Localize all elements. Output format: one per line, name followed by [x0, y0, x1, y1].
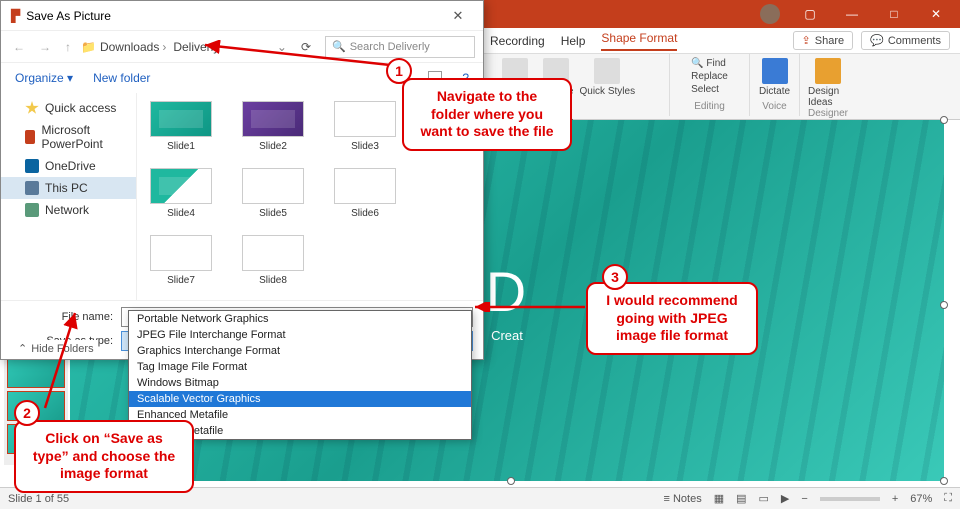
file-item[interactable]: Slide5 — [241, 168, 305, 219]
file-item[interactable]: Slide1 — [149, 101, 213, 152]
design-ideas-label: Design Ideas — [808, 86, 848, 108]
file-label: Slide3 — [351, 141, 379, 152]
dialog-sidebar: Quick access Microsoft PowerPoint OneDrive… — [1, 93, 137, 300]
group-voice-label: Voice — [762, 101, 786, 112]
file-label: Slide8 — [259, 275, 287, 286]
file-item[interactable]: Slide8 — [241, 235, 305, 286]
od-icon — [25, 159, 39, 173]
net-icon — [25, 203, 39, 217]
sidebar-item-this-pc[interactable]: This PC — [1, 177, 136, 199]
folder-icon: 📁 — [81, 40, 96, 54]
design-ideas-icon[interactable] — [815, 58, 841, 84]
sidebar-item-network[interactable]: Network — [1, 199, 136, 221]
new-folder-button[interactable]: New folder — [93, 71, 150, 85]
dialog-close-icon[interactable]: ✕ — [443, 8, 473, 24]
format-option[interactable]: Graphics Interchange Format — [129, 343, 471, 359]
format-option[interactable]: Scalable Vector Graphics — [129, 391, 471, 407]
format-option[interactable]: Windows Bitmap — [129, 375, 471, 391]
view-normal-icon[interactable]: ▦ — [714, 492, 724, 505]
slide-title-text: D — [486, 259, 528, 324]
annotation-number-2: 2 — [14, 400, 40, 426]
breadcrumb-item-downloads[interactable]: Downloads — [100, 40, 169, 54]
sidebar-item-microsoft-powerpoint[interactable]: Microsoft PowerPoint — [1, 119, 136, 155]
window-restore-icon[interactable]: ▢ — [790, 2, 830, 26]
annotation-number-3: 3 — [602, 264, 628, 290]
tab-recording[interactable]: Recording — [490, 34, 545, 48]
window-close-icon[interactable]: ✕ — [916, 2, 956, 26]
format-option[interactable]: Portable Network Graphics — [129, 311, 471, 327]
zoom-in-icon[interactable]: + — [892, 493, 898, 505]
dictate-icon[interactable] — [762, 58, 788, 84]
sidebar-item-label: Quick access — [45, 101, 116, 115]
annotation-1: Navigate to the folder where you want to… — [402, 78, 572, 151]
group-editing-label: Editing — [694, 101, 725, 112]
file-thumbnail — [242, 168, 304, 204]
file-label: Slide7 — [167, 275, 195, 286]
file-thumbnail — [150, 101, 212, 137]
select-button[interactable]: Select — [691, 84, 728, 95]
file-thumbnail — [334, 168, 396, 204]
file-label: Slide1 — [167, 141, 195, 152]
notes-button[interactable]: ≡ Notes — [663, 493, 701, 505]
user-avatar[interactable] — [760, 4, 780, 24]
organize-button[interactable]: Organize ▾ — [15, 71, 73, 85]
quick-styles-icon[interactable] — [594, 58, 620, 84]
slide-subtitle-text: Creat — [486, 328, 528, 343]
sidebar-item-quick-access[interactable]: Quick access — [1, 97, 136, 119]
sidebar-item-label: OneDrive — [45, 159, 96, 173]
file-thumbnail — [150, 235, 212, 271]
file-label: Slide6 — [351, 208, 379, 219]
zoom-level[interactable]: 67% — [910, 493, 932, 505]
sidebar-item-label: Microsoft PowerPoint — [41, 123, 126, 151]
file-label: Slide4 — [167, 208, 195, 219]
format-option[interactable]: Tag Image File Format — [129, 359, 471, 375]
view-slideshow-icon[interactable]: ▶ — [781, 492, 789, 505]
file-thumbnail — [242, 235, 304, 271]
star-icon — [25, 101, 39, 115]
dictate-label: Dictate — [759, 86, 790, 97]
file-item[interactable]: Slide7 — [149, 235, 213, 286]
sidebar-item-label: Network — [45, 203, 89, 217]
pc-icon — [25, 181, 39, 195]
quickstyles-label: Quick Styles — [580, 86, 636, 97]
sidebar-item-label: This PC — [45, 181, 88, 195]
file-thumbnail — [242, 101, 304, 137]
view-reading-icon[interactable]: ▭ — [759, 492, 769, 505]
zoom-slider[interactable] — [820, 497, 880, 501]
zoom-out-icon[interactable]: − — [801, 493, 807, 505]
format-option[interactable]: JPEG File Interchange Format — [129, 327, 471, 343]
share-button[interactable]: ⇪Share — [793, 31, 854, 50]
sidebar-item-onedrive[interactable]: OneDrive — [1, 155, 136, 177]
dialog-title: Save As Picture — [26, 9, 111, 23]
nav-back-icon[interactable]: ← — [9, 40, 29, 54]
nav-forward-icon[interactable]: → — [35, 40, 55, 54]
annotation-2: Click on “Save as type” and choose the i… — [14, 420, 194, 493]
dialog-titlebar: ▛ Save As Picture ✕ — [1, 1, 483, 31]
view-sorter-icon[interactable]: ▤ — [736, 492, 746, 505]
file-label: Slide5 — [259, 208, 287, 219]
slide-counter: Slide 1 of 55 — [8, 493, 69, 505]
file-label: Slide2 — [259, 141, 287, 152]
tab-help[interactable]: Help — [561, 34, 586, 48]
file-item[interactable]: Slide4 — [149, 168, 213, 219]
annotation-number-1: 1 — [386, 58, 412, 84]
pp-icon — [25, 130, 35, 144]
file-item[interactable]: Slide3 — [333, 101, 397, 152]
replace-button[interactable]: Replace — [691, 71, 728, 82]
powerpoint-icon: ▛ — [11, 9, 20, 23]
file-item[interactable]: Slide2 — [241, 101, 305, 152]
nav-up-icon[interactable]: ↑ — [61, 40, 75, 54]
window-maximize-icon[interactable]: □ — [874, 2, 914, 26]
comments-button[interactable]: 💬Comments — [861, 31, 950, 50]
find-button[interactable]: 🔍 Find — [691, 58, 728, 69]
annotation-3: I would recommend going with JPEG image … — [586, 282, 758, 355]
fit-to-window-icon[interactable]: ⛶ — [944, 492, 952, 505]
chevron-up-icon: ⌃ — [18, 342, 27, 355]
window-minimize-icon[interactable]: — — [832, 2, 872, 26]
file-thumbnail — [150, 168, 212, 204]
group-designer-label: Designer — [808, 108, 848, 119]
file-thumbnail — [334, 101, 396, 137]
tab-shape-format[interactable]: Shape Format — [601, 31, 677, 51]
file-item[interactable]: Slide6 — [333, 168, 397, 219]
